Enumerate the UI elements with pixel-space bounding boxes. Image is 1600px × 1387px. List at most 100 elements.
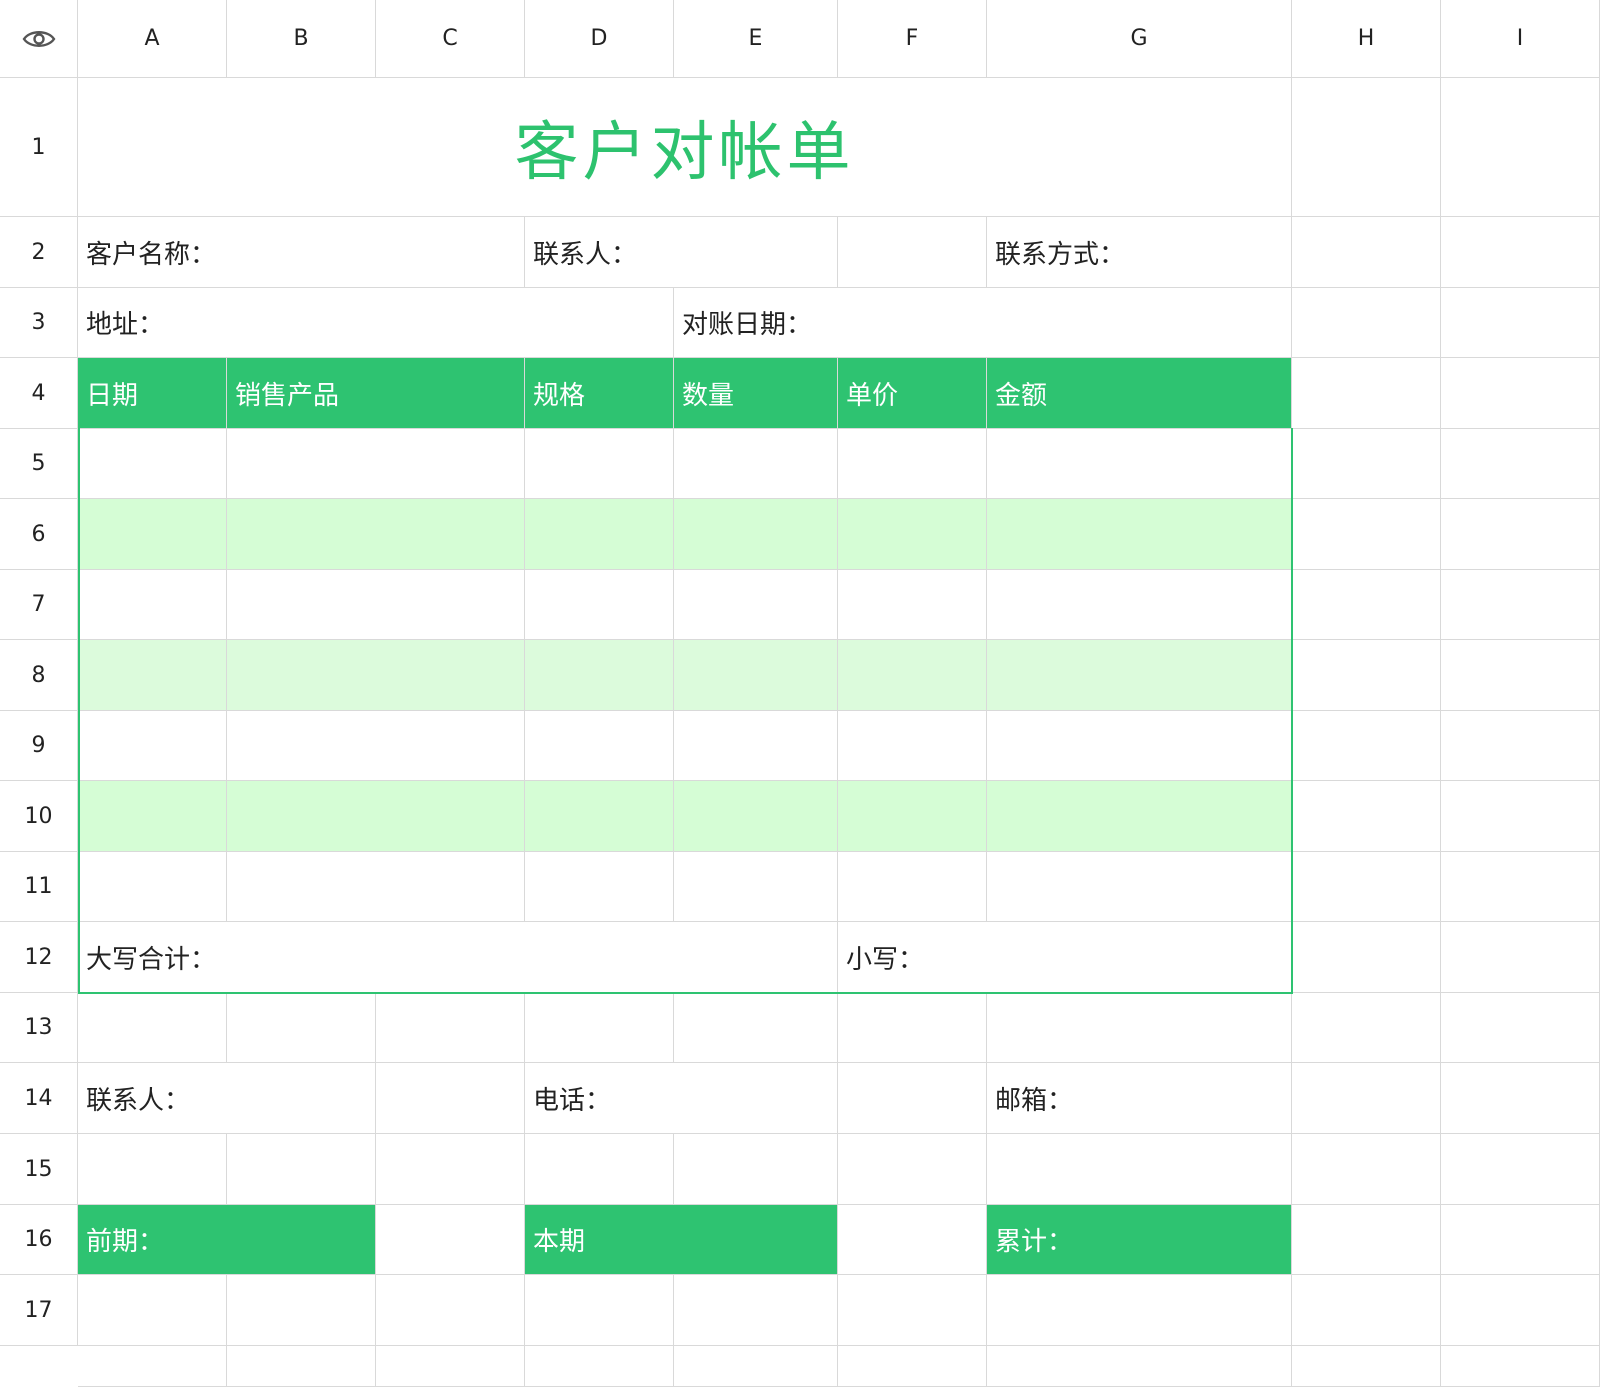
cell[interactable] — [1441, 993, 1600, 1063]
cell[interactable] — [674, 1346, 838, 1387]
cell[interactable] — [1441, 640, 1600, 711]
row-header-12[interactable]: 12 — [0, 922, 78, 993]
table-data-cell[interactable] — [674, 852, 838, 922]
cell[interactable] — [838, 1346, 987, 1387]
cell[interactable] — [1292, 781, 1441, 852]
column-header-g[interactable]: G — [987, 0, 1292, 78]
cell[interactable] — [1441, 1205, 1600, 1275]
cumulative-cell[interactable]: 累计： — [987, 1205, 1292, 1275]
email-label[interactable]: 邮箱： — [987, 1063, 1292, 1134]
cell[interactable] — [838, 1205, 987, 1275]
cell[interactable] — [376, 1275, 525, 1346]
table-data-cell[interactable] — [525, 429, 674, 499]
cell[interactable] — [525, 1346, 674, 1387]
cell[interactable] — [1292, 1275, 1441, 1346]
table-header-cell[interactable]: 金额 — [987, 358, 1292, 429]
row-header-16[interactable]: 16 — [0, 1205, 78, 1275]
row-header-8[interactable]: 8 — [0, 640, 78, 711]
eye-icon[interactable] — [22, 27, 56, 51]
table-data-cell[interactable] — [525, 781, 674, 852]
cell[interactable] — [1441, 570, 1600, 640]
sheet-title[interactable]: 客户对帐单 — [78, 78, 1292, 217]
row-header-5[interactable]: 5 — [0, 429, 78, 499]
row-header-13[interactable]: 13 — [0, 993, 78, 1063]
current-period-cell[interactable]: 本期 — [525, 1205, 838, 1275]
table-data-cell[interactable] — [674, 781, 838, 852]
table-data-cell[interactable] — [78, 781, 227, 852]
cell[interactable] — [1292, 852, 1441, 922]
row-header-14[interactable]: 14 — [0, 1063, 78, 1134]
column-header-a[interactable]: A — [78, 0, 227, 78]
table-data-cell[interactable] — [674, 711, 838, 781]
cell[interactable] — [1441, 1063, 1600, 1134]
table-data-cell[interactable] — [838, 429, 987, 499]
cell[interactable] — [376, 1134, 525, 1205]
cell[interactable] — [1292, 570, 1441, 640]
cell[interactable] — [674, 993, 838, 1063]
table-header-cell[interactable]: 规格 — [525, 358, 674, 429]
cell[interactable] — [227, 993, 376, 1063]
table-data-cell[interactable] — [78, 499, 227, 570]
table-data-cell[interactable] — [838, 711, 987, 781]
cell[interactable] — [78, 1134, 227, 1205]
table-data-cell[interactable] — [78, 852, 227, 922]
cell[interactable] — [674, 1134, 838, 1205]
row-header-7[interactable]: 7 — [0, 570, 78, 640]
cell[interactable] — [838, 1275, 987, 1346]
cell[interactable] — [525, 1134, 674, 1205]
customer-name-label[interactable]: 客户名称： — [78, 217, 525, 288]
row-header-1[interactable]: 1 — [0, 78, 78, 217]
phone-label[interactable]: 电话： — [525, 1063, 838, 1134]
table-data-cell[interactable] — [838, 570, 987, 640]
table-data-cell[interactable] — [227, 499, 525, 570]
table-data-cell[interactable] — [78, 429, 227, 499]
cell[interactable] — [1441, 1134, 1600, 1205]
cell[interactable] — [1441, 781, 1600, 852]
table-data-cell[interactable] — [525, 852, 674, 922]
table-header-cell[interactable]: 单价 — [838, 358, 987, 429]
cell[interactable] — [1441, 922, 1600, 993]
cell[interactable] — [987, 1346, 1292, 1387]
cell[interactable] — [1441, 711, 1600, 781]
cell[interactable] — [1292, 358, 1441, 429]
row-header-10[interactable]: 10 — [0, 781, 78, 852]
column-header-d[interactable]: D — [525, 0, 674, 78]
cell[interactable] — [1441, 852, 1600, 922]
table-data-cell[interactable] — [525, 570, 674, 640]
cell[interactable] — [1292, 711, 1441, 781]
cell[interactable] — [376, 993, 525, 1063]
cell[interactable] — [838, 993, 987, 1063]
total-lowercase-label[interactable]: 小写： — [838, 922, 1292, 993]
row-header-15[interactable]: 15 — [0, 1134, 78, 1205]
row-header-6[interactable]: 6 — [0, 499, 78, 570]
table-data-cell[interactable] — [987, 570, 1292, 640]
row-header-3[interactable]: 3 — [0, 288, 78, 358]
table-data-cell[interactable] — [987, 852, 1292, 922]
table-data-cell[interactable] — [78, 570, 227, 640]
table-data-cell[interactable] — [987, 499, 1292, 570]
cell[interactable] — [1292, 993, 1441, 1063]
cell[interactable] — [1292, 922, 1441, 993]
contact-label[interactable]: 联系人： — [525, 217, 838, 288]
table-data-cell[interactable] — [227, 852, 525, 922]
cell[interactable] — [1441, 499, 1600, 570]
table-data-cell[interactable] — [227, 429, 525, 499]
table-data-cell[interactable] — [838, 852, 987, 922]
cell[interactable] — [1292, 1205, 1441, 1275]
cell[interactable] — [838, 1063, 987, 1134]
row-header-2[interactable]: 2 — [0, 217, 78, 288]
address-label[interactable]: 地址： — [78, 288, 674, 358]
column-header-e[interactable]: E — [674, 0, 838, 78]
cell[interactable] — [1292, 640, 1441, 711]
cell[interactable] — [78, 1275, 227, 1346]
cell[interactable] — [376, 1063, 525, 1134]
table-data-cell[interactable] — [838, 499, 987, 570]
cell[interactable] — [1441, 1346, 1600, 1387]
table-data-cell[interactable] — [987, 429, 1292, 499]
table-data-cell[interactable] — [987, 781, 1292, 852]
column-header-c[interactable]: C — [376, 0, 525, 78]
cell[interactable] — [78, 993, 227, 1063]
total-uppercase-label[interactable]: 大写合计： — [78, 922, 838, 993]
table-data-cell[interactable] — [987, 711, 1292, 781]
cell[interactable] — [227, 1346, 376, 1387]
